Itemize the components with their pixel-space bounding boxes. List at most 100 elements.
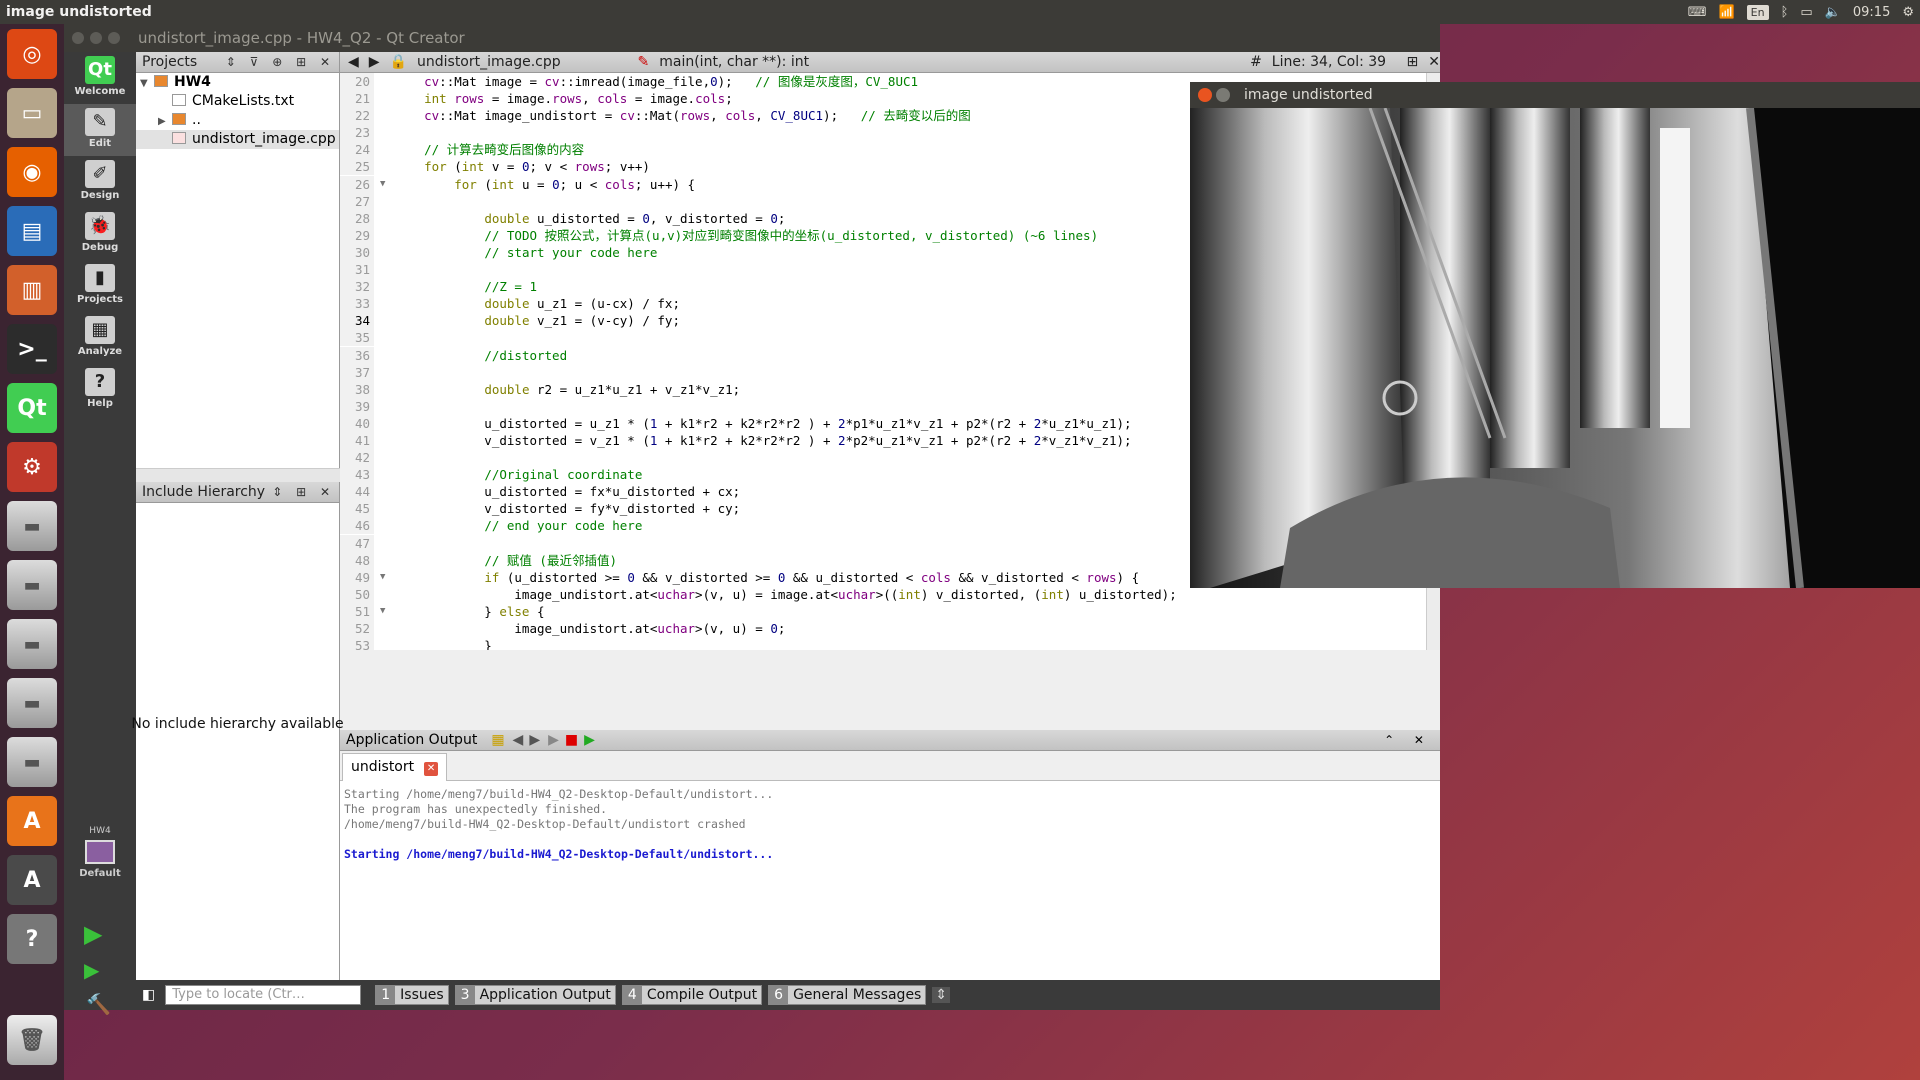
mode-help[interactable]: ? Help xyxy=(64,364,136,416)
kit-selector[interactable]: HW4 Default xyxy=(64,826,136,879)
code-line[interactable]: 52 image_undistort.at<uchar>(v, u) = 0; xyxy=(340,620,1426,637)
pane-controls[interactable]: ⌃ ✕ xyxy=(1384,733,1432,747)
tree-item[interactable]: ▼ HW4 xyxy=(136,73,339,92)
forward-arrow-icon[interactable]: ▶ xyxy=(369,54,380,70)
qt-creator-icon[interactable]: Qt xyxy=(7,383,57,433)
back-arrow-icon[interactable]: ◀ xyxy=(348,54,359,70)
drive-icon[interactable]: ▬ xyxy=(7,737,57,787)
locator-input[interactable]: Type to locate (Ctr… xyxy=(165,985,362,1005)
mode-debug[interactable]: 🐞 Debug xyxy=(64,208,136,260)
include-hierarchy-selector[interactable]: Include Hierarchy xyxy=(142,484,265,500)
attach-icon[interactable]: ▦ xyxy=(491,732,504,748)
help-icon[interactable]: ? xyxy=(7,914,57,964)
line-number: 47 xyxy=(340,534,374,552)
code-line[interactable]: 51 ▼ } else { xyxy=(340,602,1426,620)
file-selector[interactable]: undistort_image.cpp xyxy=(417,54,628,70)
shortcut-number: 6 xyxy=(769,986,789,1004)
mode-design[interactable]: ✐ Design xyxy=(64,156,136,208)
minimize-window-icon[interactable] xyxy=(90,32,102,44)
tree-horizontal-scrollbar[interactable] xyxy=(136,468,340,482)
prev-icon[interactable]: ◀ xyxy=(513,732,524,748)
close-editor-icon[interactable]: ✕ xyxy=(1428,54,1440,70)
code-text: image_undistort.at<uchar>(v, u) = image.… xyxy=(394,586,1177,602)
output-pane-button-issues[interactable]: 1 Issues xyxy=(375,985,449,1005)
output-text[interactable]: Starting /home/meng7/build-HW4_Q2-Deskto… xyxy=(340,781,1440,986)
system-settings-icon[interactable]: ⚙ xyxy=(7,442,57,492)
mode-label: Edit xyxy=(88,138,112,149)
shortcut-number: 1 xyxy=(376,986,396,1004)
pane-button-label: Issues xyxy=(400,987,444,1003)
toggle-sidebar-icon[interactable]: ◧ xyxy=(142,987,155,1003)
attach-debugger-icon[interactable]: ▶ xyxy=(584,732,595,748)
line-number: 33 xyxy=(340,295,374,313)
more-panes-icon[interactable]: ⇕ xyxy=(932,987,951,1003)
mode-projects[interactable]: ▮ Projects xyxy=(64,260,136,312)
bluetooth-icon[interactable]: ᛒ xyxy=(1781,5,1789,20)
drive-icon[interactable]: ▬ xyxy=(7,560,57,610)
mode-welcome[interactable]: Qt Welcome xyxy=(64,52,136,104)
code-line[interactable]: 53 } xyxy=(340,637,1426,650)
output-pane-button-compile-output[interactable]: 4 Compile Output xyxy=(621,985,763,1005)
pane-tools[interactable]: ⇕ ⊞ ✕ xyxy=(272,485,335,499)
stop-icon[interactable]: ■ xyxy=(565,732,578,748)
code-text: // start your code here xyxy=(484,244,658,260)
run-icon[interactable]: ▶ xyxy=(84,920,102,948)
line-number: 32 xyxy=(340,278,374,296)
close-window-icon[interactable] xyxy=(1198,88,1212,102)
drive-icon[interactable]: ▬ xyxy=(7,678,57,728)
line-number: 52 xyxy=(340,620,374,637)
trash-icon[interactable]: 🗑 xyxy=(7,1015,57,1065)
fold-marker-icon[interactable]: ▼ xyxy=(380,569,385,586)
rerun-icon[interactable]: ▶ xyxy=(548,732,559,748)
maximize-window-icon[interactable] xyxy=(108,32,120,44)
libreoffice-impress-icon[interactable]: ▥ xyxy=(7,265,57,315)
file-manager-icon[interactable]: ▭ xyxy=(7,88,57,138)
terminal-icon[interactable]: >_ xyxy=(7,324,57,374)
mode-analyze[interactable]: ▦ Analyze xyxy=(64,312,136,364)
unity-launcher: ◎ ▭ ◉ ▤ ▥ >_ Qt ⚙ ▬ ▬ ▬ ▬ ▬ A A? 🗑 xyxy=(0,24,64,1080)
libreoffice-writer-icon[interactable]: ▤ xyxy=(7,206,57,256)
code-text: //Z = 1 xyxy=(484,279,537,295)
software-updater-icon[interactable]: A xyxy=(7,855,57,905)
fold-marker-icon[interactable]: ▼ xyxy=(380,603,385,620)
symbol-selector[interactable]: main(int, char **): int xyxy=(659,54,1240,70)
output-pane-button-application-output[interactable]: 3 Application Output xyxy=(454,985,616,1005)
output-pane-button-general-messages[interactable]: 6 General Messages xyxy=(768,985,927,1005)
drive-icon[interactable]: ▬ xyxy=(7,501,57,551)
firefox-icon[interactable]: ◉ xyxy=(7,147,57,197)
drive-icon[interactable]: ▬ xyxy=(7,619,57,669)
expand-arrow-icon[interactable]: ▼ xyxy=(140,74,154,93)
settings-gear-icon[interactable]: ⚙ xyxy=(1902,5,1914,20)
cursor-position[interactable]: Line: 34, Col: 39 xyxy=(1272,54,1397,70)
keyboard-icon[interactable]: ⌨ xyxy=(1688,5,1707,20)
output-tab-undistort[interactable]: undistort ✕ xyxy=(342,753,448,781)
battery-icon[interactable]: ▭ xyxy=(1800,5,1812,20)
pane-tools[interactable]: ⇕ ⊽ ⊕ ⊞ ✕ xyxy=(226,55,335,69)
volume-icon[interactable]: 🔈 xyxy=(1825,5,1841,20)
debug-run-icon[interactable]: ▶ xyxy=(84,958,99,982)
fold-marker-icon[interactable]: ▼ xyxy=(380,176,385,193)
next-icon[interactable]: ▶ xyxy=(529,732,540,748)
build-hammer-icon[interactable]: 🔨 xyxy=(86,992,111,1016)
mode-edit[interactable]: ✎ Edit xyxy=(64,104,136,156)
include-hierarchy-empty: No include hierarchy available xyxy=(131,716,344,732)
close-tab-icon[interactable]: ✕ xyxy=(424,762,439,776)
wifi-icon[interactable]: 📶 xyxy=(1718,5,1734,20)
line-number: 48 xyxy=(340,551,374,569)
line-number: 20 xyxy=(340,73,374,90)
tree-item[interactable]: undistort_image.cpp xyxy=(136,130,339,149)
projects-selector[interactable]: Projects xyxy=(142,54,197,70)
minimize-window-icon[interactable] xyxy=(1216,88,1230,102)
clock[interactable]: 09:15 xyxy=(1853,5,1890,20)
software-center-icon[interactable]: A xyxy=(7,796,57,846)
line-number: 31 xyxy=(340,261,374,279)
close-window-icon[interactable] xyxy=(72,32,84,44)
tree-item[interactable]: CMakeLists.txt xyxy=(136,92,339,111)
ubuntu-dash-icon[interactable]: ◎ xyxy=(7,29,57,79)
tree-item[interactable]: ▶.. xyxy=(136,111,339,130)
input-language-indicator[interactable]: En xyxy=(1746,4,1769,20)
expand-arrow-icon[interactable]: ▶ xyxy=(158,112,172,131)
code-line[interactable]: 50 image_undistort.at<uchar>(v, u) = ima… xyxy=(340,585,1426,603)
split-icon[interactable]: ⊞ xyxy=(1407,54,1419,70)
